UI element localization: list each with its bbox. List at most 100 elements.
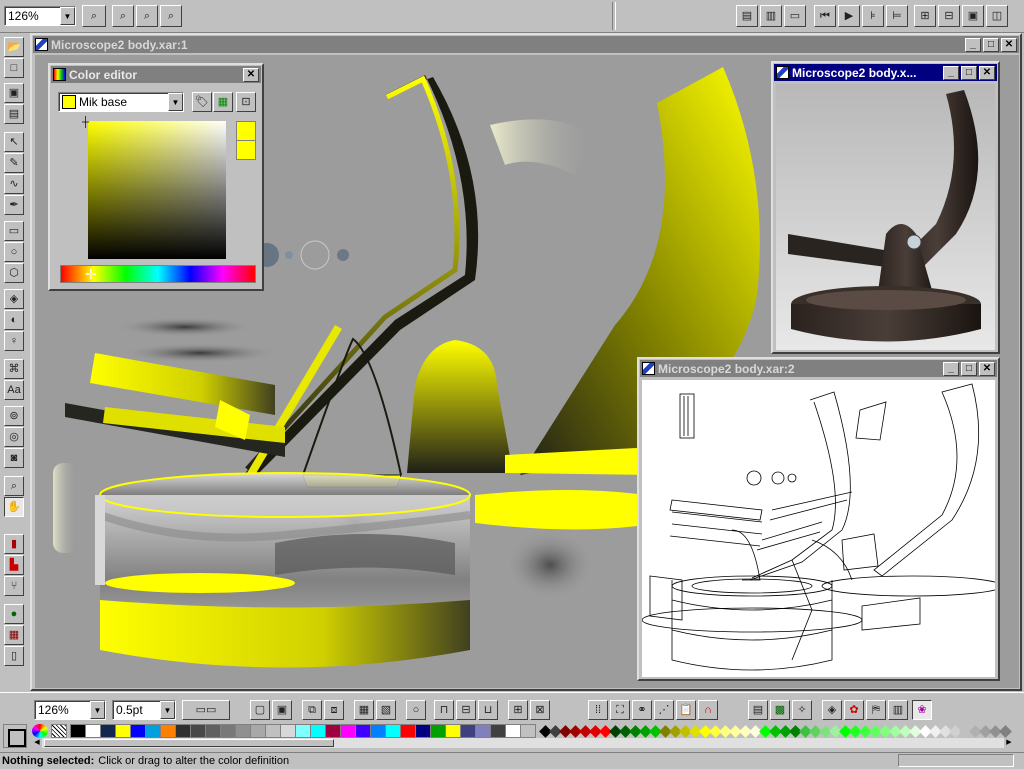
clipboard-button[interactable]: 📋 bbox=[676, 700, 696, 720]
import-button[interactable]: ▤ bbox=[4, 104, 24, 124]
freehand-tool-icon[interactable]: ✎ bbox=[4, 153, 24, 173]
palette-swatch[interactable] bbox=[295, 724, 311, 738]
chevron-down-icon[interactable]: ▼ bbox=[60, 7, 75, 25]
convert-shape-button[interactable]: ○ bbox=[406, 700, 426, 720]
maximize-icon[interactable]: □ bbox=[983, 37, 999, 52]
palette-swatch[interactable] bbox=[220, 724, 236, 738]
group-select-button[interactable]: ⛶ bbox=[610, 700, 630, 720]
frame-gallery-icon[interactable]: ▥ bbox=[888, 700, 908, 720]
outline-canvas[interactable] bbox=[642, 380, 995, 677]
fill-tool-icon[interactable]: ◈ bbox=[4, 289, 24, 309]
group-button[interactable]: ⊞ bbox=[914, 5, 936, 27]
color-editor-button-icon[interactable]: ▮ bbox=[4, 534, 24, 554]
outline-shape-button[interactable]: ▧ bbox=[376, 700, 396, 720]
align-left-button[interactable]: ⊧ bbox=[862, 5, 884, 27]
palette-swatch[interactable] bbox=[265, 724, 281, 738]
zoom-dropdown[interactable]: 126% ▼ bbox=[4, 6, 76, 26]
color-picker-area[interactable]: ┼ bbox=[58, 117, 230, 265]
palette-swatch[interactable] bbox=[520, 724, 536, 738]
new-button[interactable]: □ bbox=[4, 58, 24, 78]
palette-swatch[interactable] bbox=[430, 724, 446, 738]
palette-scroll-thumb[interactable] bbox=[44, 739, 334, 747]
snap-grid-button[interactable]: ⁞⁞ bbox=[588, 700, 608, 720]
bring-front-button[interactable]: ▤ bbox=[736, 5, 758, 27]
scroll-right-icon[interactable]: ▶ bbox=[1004, 738, 1014, 748]
palette-diamond-swatch[interactable] bbox=[999, 725, 1012, 738]
text-tool-icon[interactable]: Aa bbox=[4, 380, 24, 400]
multi-select-button[interactable]: ⋰ bbox=[654, 700, 674, 720]
palette-swatch[interactable] bbox=[190, 724, 206, 738]
palette-swatch[interactable] bbox=[310, 724, 326, 738]
bitmap-gallery-icon[interactable]: ▩ bbox=[770, 700, 790, 720]
line-gallery-icon[interactable]: ▙ bbox=[4, 555, 24, 575]
break-button[interactable]: ◫ bbox=[986, 5, 1008, 27]
chevron-down-icon[interactable]: ▼ bbox=[90, 701, 105, 719]
palette-scrollbar[interactable]: ◀ ▶ bbox=[32, 738, 1014, 748]
palette-swatch[interactable] bbox=[415, 724, 431, 738]
palette-swatch[interactable] bbox=[385, 724, 401, 738]
bevel-tool-icon[interactable]: ◙ bbox=[4, 448, 24, 468]
selector-tool-icon[interactable]: ↖ bbox=[4, 132, 24, 152]
open-button[interactable]: 📂 bbox=[4, 37, 24, 57]
maximize-icon[interactable]: □ bbox=[961, 65, 977, 80]
line-width-dropdown[interactable]: 0.5pt ▼ bbox=[112, 700, 176, 720]
palette-swatch[interactable] bbox=[235, 724, 251, 738]
page-layout-button[interactable]: ▤ bbox=[748, 700, 768, 720]
palette-swatch[interactable] bbox=[505, 724, 521, 738]
color-gallery-icon[interactable]: ✿ bbox=[844, 700, 864, 720]
fill-gallery-icon[interactable]: ◈ bbox=[822, 700, 842, 720]
chevron-down-icon[interactable]: ▼ bbox=[168, 93, 183, 111]
layer-gallery-icon[interactable]: ⑂ bbox=[4, 576, 24, 596]
fit-text-button[interactable]: ▦ bbox=[354, 700, 374, 720]
bottom-zoom-dropdown[interactable]: 126% ▼ bbox=[34, 700, 106, 720]
rectangle-tool-icon[interactable]: ▭ bbox=[4, 221, 24, 241]
palette-swatch[interactable] bbox=[400, 724, 416, 738]
palette-swatch[interactable] bbox=[145, 724, 161, 738]
palette-swatch[interactable] bbox=[85, 724, 101, 738]
ungroup-button[interactable]: ⊟ bbox=[938, 5, 960, 27]
palette-swatch[interactable] bbox=[100, 724, 116, 738]
web-gallery-icon[interactable]: ● bbox=[4, 604, 24, 624]
close-icon[interactable]: ✕ bbox=[979, 65, 995, 80]
chevron-down-icon[interactable]: ▼ bbox=[160, 701, 175, 719]
palette-swatch[interactable] bbox=[490, 724, 506, 738]
slice-shapes-button[interactable]: ⧈ bbox=[324, 700, 344, 720]
palette-swatch[interactable] bbox=[205, 724, 221, 738]
distribute-v-button[interactable]: ⊠ bbox=[530, 700, 550, 720]
close-icon[interactable]: ✕ bbox=[1001, 37, 1017, 52]
ellipse-tool-icon[interactable]: ○ bbox=[4, 242, 24, 262]
subtract-shapes-button[interactable]: ▣ bbox=[272, 700, 292, 720]
zoom-tool-icon[interactable]: ⌕ bbox=[4, 476, 24, 496]
color-palette-icon[interactable]: ❀ bbox=[912, 700, 932, 720]
align-top-button[interactable]: ⊓ bbox=[434, 700, 454, 720]
palette-swatch[interactable] bbox=[280, 724, 296, 738]
wand-icon[interactable]: ✧ bbox=[792, 700, 812, 720]
name-gallery-icon[interactable]: ⛿ bbox=[866, 700, 886, 720]
pen-tool-icon[interactable]: ✒ bbox=[4, 195, 24, 215]
color-name-dropdown[interactable]: Mik base ▼ bbox=[58, 92, 184, 112]
maximize-icon[interactable]: □ bbox=[961, 361, 977, 376]
color-grid-button[interactable]: ▦ bbox=[213, 92, 233, 112]
ruler-button[interactable]: ▭▭ bbox=[182, 700, 230, 720]
zoom-drawing-button[interactable]: ⌕ bbox=[112, 5, 134, 27]
minimize-icon[interactable]: _ bbox=[943, 65, 959, 80]
zoom-spread-button[interactable]: ⌕ bbox=[160, 5, 182, 27]
align-middle-button[interactable]: ⊟ bbox=[456, 700, 476, 720]
intersect-shapes-button[interactable]: ⧉ bbox=[302, 700, 322, 720]
link-button[interactable]: ⚭ bbox=[632, 700, 652, 720]
first-page-button[interactable]: ⏮ bbox=[814, 5, 836, 27]
zoom-previous-button[interactable]: ⌕ bbox=[82, 5, 106, 27]
palette-swatch[interactable] bbox=[115, 724, 131, 738]
palette-swatch[interactable] bbox=[70, 724, 86, 738]
saturation-value-square[interactable] bbox=[88, 121, 226, 259]
print-icon[interactable]: ▦ bbox=[4, 625, 24, 645]
contour-tool-icon[interactable]: ◎ bbox=[4, 427, 24, 447]
next-button[interactable]: ▶ bbox=[838, 5, 860, 27]
current-line-color[interactable] bbox=[3, 724, 27, 748]
zoom-selection-button[interactable]: ⌕ bbox=[136, 5, 158, 27]
palette-swatch[interactable] bbox=[325, 724, 341, 738]
palette-swatch[interactable] bbox=[370, 724, 386, 738]
mould-tool-icon[interactable]: ⌘ bbox=[4, 359, 24, 379]
frame-icon[interactable]: ▯ bbox=[4, 646, 24, 666]
palette-swatch[interactable] bbox=[130, 724, 146, 738]
